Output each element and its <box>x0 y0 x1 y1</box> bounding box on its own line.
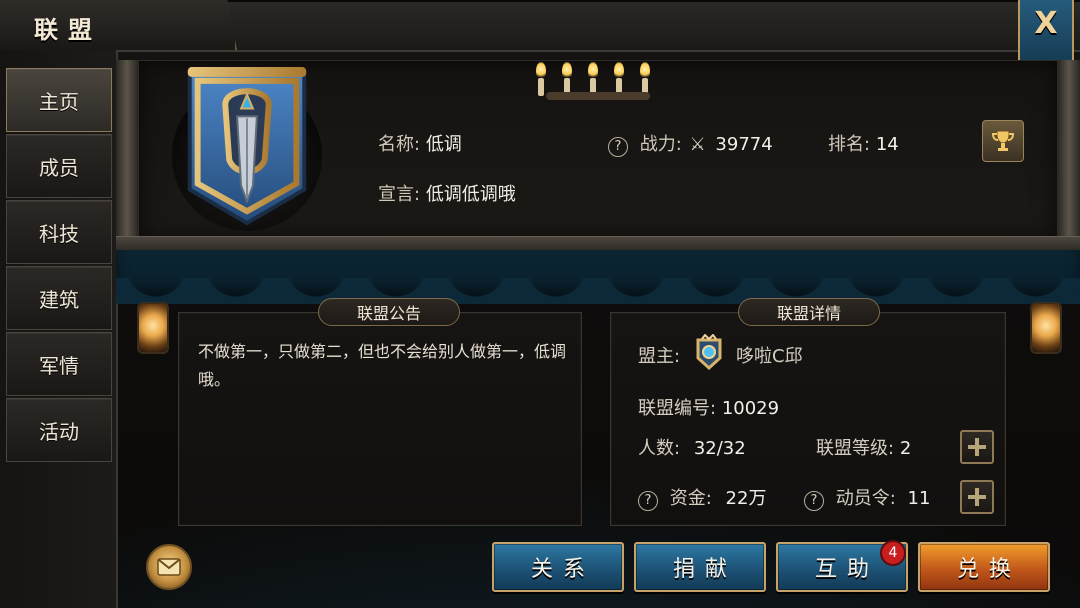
mail-icon <box>157 558 181 576</box>
announcement-text: 不做第一，只做第二，但也不会给别人做第一，低调哦。 <box>198 342 567 389</box>
chandelier-icon <box>528 56 668 108</box>
mobilize-plus-button[interactable] <box>960 480 994 514</box>
funds-value: 22万 <box>725 488 767 509</box>
crossed-swords-icon: ⚔ <box>689 134 706 155</box>
mutual-aid-button-label: 互助 <box>814 557 879 582</box>
member-count-label: 人数: <box>638 438 681 459</box>
alliance-rank-label: 排名: <box>828 134 871 155</box>
alliance-rank: 排名: 14 <box>828 130 899 156</box>
mobilize-value: 11 <box>907 488 931 509</box>
close-icon: X <box>1034 6 1058 41</box>
sidebar-item-members[interactable]: 成员 <box>6 134 112 198</box>
sidebar-item-label: 主页 <box>39 89 79 114</box>
help-icon[interactable]: ? <box>608 137 628 157</box>
sidebar-item-label: 军情 <box>39 353 79 378</box>
exchange-button-label: 兑换 <box>956 557 1021 582</box>
sidebar: 主页 成员 科技 建筑 军情 活动 <box>0 50 118 608</box>
sidebar-item-events[interactable]: 活动 <box>6 398 112 462</box>
alliance-name-value: 低调 <box>425 134 462 155</box>
trophy-icon <box>991 130 1015 151</box>
alliance-power-value: 39774 <box>715 134 773 155</box>
mutual-aid-badge: 4 <box>880 540 906 566</box>
leader-name[interactable]: 哆啦C邱 <box>736 342 803 368</box>
relations-button-label: 关系 <box>530 557 595 582</box>
alliance-declaration-value: 低调低调哦 <box>425 184 516 205</box>
mobilize-row: ? 动员令: 11 <box>804 484 930 511</box>
top-bar: 联盟 <box>0 0 1080 52</box>
sidebar-item-tech[interactable]: 科技 <box>6 200 112 264</box>
sidebar-item-label: 活动 <box>39 419 79 444</box>
lantern-icon <box>1030 302 1062 354</box>
funds-label: 资金: <box>669 488 712 509</box>
alliance-power: ? 战力: ⚔ 39774 <box>608 130 773 157</box>
alliance-name: 名称: 低调 <box>378 130 462 156</box>
alliance-declaration: 宣言: 低调低调哦 <box>378 180 516 206</box>
sidebar-item-buildings[interactable]: 建筑 <box>6 266 112 330</box>
alliance-id: 联盟编号: 10029 <box>638 394 779 420</box>
alliance-emblem-icon <box>171 67 323 231</box>
leader-row: 盟主: <box>638 342 680 368</box>
sidebar-item-intel[interactable]: 军情 <box>6 332 112 396</box>
alliance-id-label: 联盟编号: <box>638 398 717 419</box>
title-plate: 联盟 <box>0 0 237 50</box>
help-icon[interactable]: ? <box>804 491 824 511</box>
right-pillar <box>1058 60 1080 246</box>
sidebar-item-home[interactable]: 主页 <box>6 68 112 132</box>
donate-button-label: 捐献 <box>672 557 737 582</box>
alliance-rank-value: 14 <box>875 134 899 155</box>
trophy-button[interactable] <box>982 120 1024 162</box>
donate-button[interactable]: 捐献 <box>634 542 766 592</box>
details-title-text: 联盟详情 <box>776 304 841 323</box>
announcement-title: 联盟公告 <box>318 298 460 326</box>
lantern-icon <box>137 302 169 354</box>
relations-button[interactable]: 关系 <box>492 542 624 592</box>
curtain-scallop <box>116 278 1080 304</box>
announcement-title-text: 联盟公告 <box>356 304 421 323</box>
mobilize-label: 动员令: <box>835 488 896 509</box>
leader-label: 盟主: <box>638 346 681 367</box>
sidebar-item-label: 成员 <box>39 155 79 180</box>
funds-row: ? 资金: 22万 <box>638 484 766 511</box>
alliance-level-label: 联盟等级: <box>816 438 895 459</box>
alliance-screen: 联盟 X 主页 成员 科技 建筑 军情 活动 名称: 低调 ? 战力: ⚔ 39… <box>0 0 1080 608</box>
member-count: 人数: 32/32 <box>638 434 746 460</box>
alliance-id-value: 10029 <box>721 398 780 419</box>
alliance-level-value: 2 <box>899 438 912 459</box>
details-title: 联盟详情 <box>738 298 880 326</box>
left-pillar <box>116 60 138 246</box>
alliance-declaration-label: 宣言: <box>378 184 421 205</box>
sidebar-item-label: 科技 <box>39 221 79 246</box>
level-plus-button[interactable] <box>960 430 994 464</box>
alliance-level: 联盟等级: 2 <box>816 434 911 460</box>
alliance-power-label: 战力: <box>639 134 682 155</box>
help-icon[interactable]: ? <box>638 491 658 511</box>
mail-button[interactable] <box>146 544 192 590</box>
alliance-name-label: 名称: <box>378 134 421 155</box>
exchange-button[interactable]: 兑换 <box>918 542 1050 592</box>
member-count-value: 32/32 <box>693 438 746 459</box>
window-title: 联盟 <box>34 16 102 44</box>
sidebar-item-label: 建筑 <box>39 287 79 312</box>
leader-avatar-icon[interactable] <box>692 334 726 372</box>
